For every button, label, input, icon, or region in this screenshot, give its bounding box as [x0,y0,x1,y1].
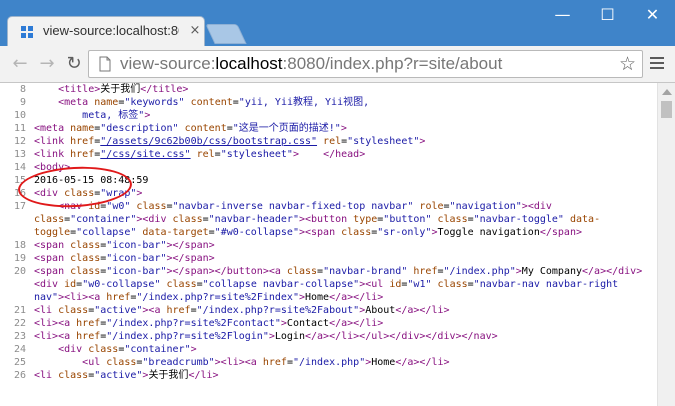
line-code: <div class="container"> [58,344,197,355]
source-line: 13 <link href="/css/site.css" rel="styles… [0,148,657,161]
forward-button[interactable]: → [35,52,59,76]
minimize-button[interactable]: — [540,0,585,30]
line-number: 22 [13,318,26,329]
close-window-button[interactable]: ✕ [630,0,675,30]
page-icon [21,26,33,38]
line-number: 14 [13,162,26,173]
close-tab-icon[interactable]: × [188,22,202,40]
vertical-scrollbar[interactable] [657,83,675,406]
source-line: 17 <nav id="w0" class="navbar-inverse na… [0,200,657,239]
line-number: 13 [13,149,26,160]
browser-window: view-source:localhost:80 × — ☐ ✕ ← → ↻ v… [0,0,675,406]
reload-button[interactable]: ↻ [62,52,86,76]
source-line: 18 <span class="icon-bar"></span> [0,239,657,252]
line-code: <body> [34,162,71,173]
line-code: <span class="icon-bar"></span> [34,253,215,264]
source-line: 19 <span class="icon-bar"></span> [0,252,657,265]
bookmark-star-icon[interactable]: ☆ [619,53,636,75]
menu-icon[interactable] [650,54,666,74]
title-bar: view-source:localhost:80 × — ☐ ✕ [0,0,675,46]
line-code: meta, 标签"> [34,110,151,121]
line-number: 25 [13,357,26,368]
line-number: 12 [13,136,26,147]
line-code: <meta name="description" content="这是一个页面… [34,123,347,134]
address-bar[interactable]: view-source:localhost:8080/index.php?r=s… [88,50,643,78]
line-number: 20 [13,266,26,277]
tab-title: view-source:localhost:80 [43,23,179,38]
source-line: 9 <meta name="keywords" content="yii, Yi… [0,96,657,109]
source-line: 8 <title>关于我们</title> [0,83,657,96]
source-line: 11 <meta name="description" content="这是一个… [0,122,657,135]
line-code: <li><a href="/index.php?r=site%2Fcontact… [34,318,384,329]
line-number: 8 [19,84,26,95]
line-code: <ul class="breadcrumb"><li><a href="/ind… [82,357,450,368]
source-line: 22 <li><a href="/index.php?r=site%2Fconta… [0,317,657,330]
source-line: 24 <div class="container"> [0,343,657,356]
page-icon [99,56,111,72]
line-number: 19 [13,253,26,264]
address-text: view-source:localhost:8080/index.php?r=s… [120,54,502,74]
line-code: <title>关于我们</title> [58,84,189,95]
line-code: <span class="icon-bar"></span></button><… [34,266,643,303]
url-path: :8080/index.php?r=site/about [282,54,503,73]
line-code: <nav id="w0" class="navbar-inverse navba… [34,201,601,238]
line-number: 10 [13,110,26,121]
back-button[interactable]: ← [8,52,32,76]
line-number: 18 [13,240,26,251]
active-tab[interactable]: view-source:localhost:80 × [7,16,205,46]
source-view: 8 <title>关于我们</title> 9 <meta name="keywo… [0,83,657,406]
source-line: 25 <ul class="breadcrumb"><li><a href="/… [0,356,657,369]
source-line: 21 <li class="active"><a href="/index.php… [0,304,657,317]
line-number: 17 [13,201,26,212]
line-code: <li><a href="/index.php?r=site%2Flogin">… [34,331,498,342]
line-number: 21 [13,305,26,316]
source-line: 12 <link href="/assets/9c62b00b/css/boots… [0,135,657,148]
line-code: <span class="icon-bar"></span> [34,240,215,251]
url-host: localhost [215,54,283,73]
new-tab-button[interactable] [205,24,247,44]
line-number: 26 [13,370,26,381]
scroll-up-icon[interactable] [662,89,672,95]
url-scheme: view-source: [120,54,216,73]
line-code: <link href="/css/site.css" rel="styleshe… [34,149,366,160]
line-code: <meta name="keywords" content="yii, Yii教… [58,97,370,108]
maximize-button[interactable]: ☐ [585,0,630,30]
toolbar: ← → ↻ view-source:localhost:8080/index.p… [0,46,675,83]
line-number: 9 [19,97,26,108]
source-line: 20 <span class="icon-bar"></span></button… [0,265,657,304]
line-number: 24 [13,344,26,355]
source-line: 10 meta, 标签"> [0,109,657,122]
source-line: 26 <li class="active">关于我们</li> [0,369,657,382]
line-code: <li class="active"><a href="/index.php?r… [34,305,450,316]
line-code: <link href="/assets/9c62b00b/css/bootstr… [34,136,426,147]
source-line: 23 <li><a href="/index.php?r=site%2Flogin… [0,330,657,343]
line-number: 11 [13,123,26,134]
line-number: 23 [13,331,26,342]
scroll-thumb[interactable] [661,101,672,118]
line-code: <li class="active">关于我们</li> [34,370,219,381]
